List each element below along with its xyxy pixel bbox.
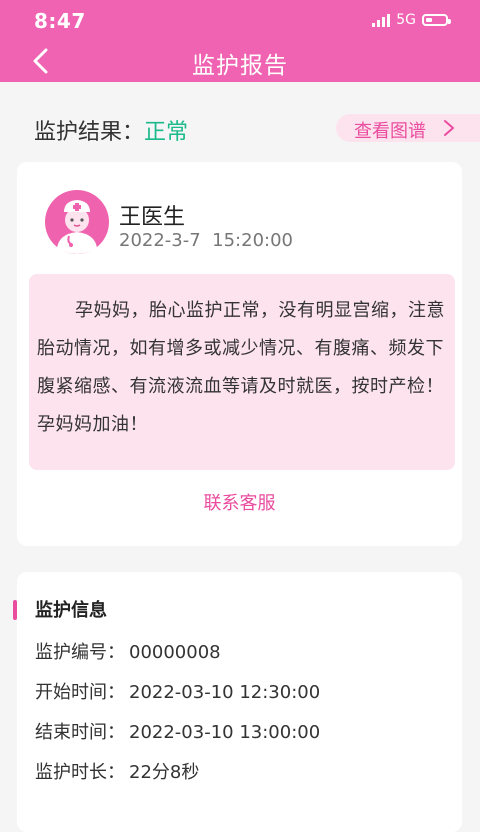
info-key: 开始时间：	[35, 682, 125, 703]
info-row-duration: 监护时长： 22分8秒	[35, 758, 199, 784]
comment-time: 2022-3-7 15:20:00	[119, 230, 293, 251]
status-indicators: 5G	[372, 12, 451, 28]
info-value: 00000008	[129, 642, 221, 663]
info-key: 结束时间：	[35, 722, 125, 743]
info-key: 监护编号：	[35, 642, 125, 663]
result-row: 监护结果：正常 查看图谱	[0, 100, 480, 156]
contact-support-button[interactable]: 联系客服	[17, 489, 462, 515]
battery-icon	[422, 14, 451, 26]
network-type: 5G	[396, 12, 416, 28]
result-label: 监护结果：正常	[34, 114, 188, 146]
doctor-message: 孕妈妈，胎心监护正常，没有明显宫缩，注意胎动情况，如有增多或减少情况、有腹痛、频…	[37, 300, 445, 435]
chevron-right-icon	[444, 120, 454, 136]
doctor-comment-card: 王医生 2022-3-7 15:20:00 孕妈妈，胎心监护正常，没有明显宫缩，…	[17, 162, 462, 546]
info-row-start: 开始时间： 2022-03-10 12:30:00	[35, 678, 320, 704]
nav-bar: 监护报告	[0, 40, 480, 82]
section-title: 监护信息	[35, 600, 107, 621]
info-key: 监护时长：	[35, 762, 125, 783]
info-value: 22分8秒	[129, 762, 200, 783]
status-bar: 8:47 5G	[0, 0, 480, 40]
page-title: 监护报告	[192, 53, 288, 79]
status-time: 8:47	[34, 9, 86, 33]
monitor-info-card: 监护信息 监护编号： 00000008 开始时间： 2022-03-10 12:30…	[13, 572, 462, 832]
info-row-id: 监护编号： 00000008	[35, 638, 221, 664]
doctor-avatar	[45, 190, 109, 254]
doctor-message-box: 孕妈妈，胎心监护正常，没有明显宫缩，注意胎动情况，如有增多或减少情况、有腹痛、频…	[29, 274, 455, 470]
view-chart-button[interactable]: 查看图谱	[336, 114, 480, 142]
result-value: 正常	[144, 120, 189, 145]
info-value: 2022-03-10 12:30:00	[129, 682, 321, 703]
section-accent-bar	[13, 600, 17, 620]
view-chart-label: 查看图谱	[354, 121, 426, 142]
info-value: 2022-03-10 13:00:00	[129, 722, 321, 743]
info-row-end: 结束时间： 2022-03-10 13:00:00	[35, 718, 320, 744]
result-label-text: 监护结果：	[34, 120, 145, 145]
doctor-name: 王医生	[119, 205, 186, 230]
signal-icon	[372, 13, 391, 27]
